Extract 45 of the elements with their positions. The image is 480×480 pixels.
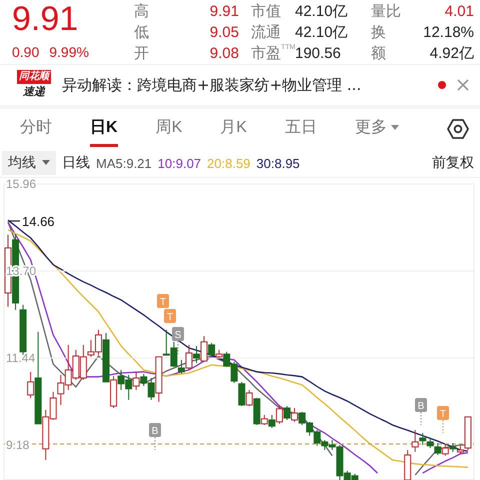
- max-price-label: 14.66: [8, 214, 55, 229]
- stat-label: 额: [370, 44, 387, 63]
- chart-tab[interactable]: 周K: [156, 111, 182, 147]
- chart-tab[interactable]: 更多: [354, 111, 399, 147]
- chart-tab[interactable]: 日K: [90, 111, 118, 147]
- chart-tab[interactable]: 月K: [220, 111, 247, 147]
- price-adjust-toggle[interactable]: 前复权: [432, 154, 474, 172]
- stat-value: 4.01: [444, 3, 474, 20]
- chart-tab[interactable]: 分时: [20, 111, 52, 147]
- settings-icon[interactable]: [446, 117, 470, 141]
- stat-value: 4.92亿: [428, 44, 474, 63]
- stat-value: 42.10亿: [294, 23, 349, 42]
- stat-label: 市值: [250, 2, 282, 21]
- moving-average-value: 20:8.59: [207, 156, 250, 170]
- stat-label: 低: [134, 23, 150, 42]
- stat-label: 高: [134, 2, 150, 21]
- trade-marker: T: [164, 309, 176, 323]
- caret-icon: [390, 124, 399, 130]
- period-label: 日线: [62, 154, 90, 172]
- trade-marker: T: [157, 294, 169, 308]
- moving-average-value: 30:8.95: [256, 156, 300, 170]
- stat-label: 量比: [370, 2, 399, 21]
- last-price: 9.91: [12, 0, 80, 38]
- axis-label: 15.96: [6, 178, 36, 191]
- price-change: 0.90: [12, 44, 40, 60]
- stat-label: 开: [134, 44, 150, 63]
- stat-value: 9.08: [208, 45, 239, 62]
- stat-value: 12.18%: [422, 24, 474, 41]
- stat-label: 流通: [250, 23, 282, 42]
- chart-tab[interactable]: 五日: [284, 111, 317, 147]
- stat-value: 9.05: [208, 24, 239, 41]
- close-icon[interactable]: [456, 78, 470, 92]
- moving-average-value: MA5:9.21: [96, 156, 152, 170]
- stat-label: 换: [370, 23, 387, 42]
- logo-text: 速递: [23, 84, 45, 100]
- stat-value: 42.10亿: [294, 2, 349, 21]
- ttm-mark: TTM: [281, 44, 296, 51]
- stat-value: 9.91: [208, 3, 239, 20]
- logo-text: 同花顺: [17, 70, 51, 84]
- moving-average-value: 10:9.07: [158, 156, 202, 170]
- indicator-dropdown[interactable]: 均线: [2, 151, 56, 175]
- change-percent: 9.99%: [49, 44, 89, 60]
- axis-label: 11.44: [6, 350, 36, 365]
- news-headline[interactable]: 异动解读：跨境电商+服装家纺+物业管理 ...: [62, 76, 438, 94]
- caret-icon: [42, 160, 50, 166]
